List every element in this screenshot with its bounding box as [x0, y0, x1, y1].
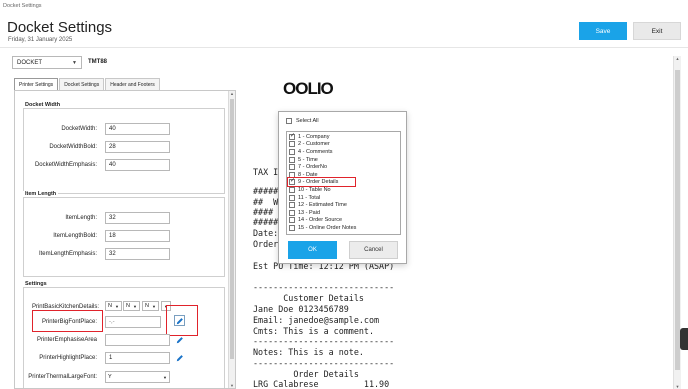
preview-line: ####: [253, 207, 274, 217]
checkbox[interactable]: [289, 156, 295, 163]
item-length-title: Item Length: [23, 191, 59, 197]
settings-title: Settings: [23, 281, 49, 287]
preview-line: Cmts: This is a comment.: [253, 326, 375, 336]
list-item[interactable]: 2 - Customer: [289, 141, 330, 149]
item-length-input[interactable]: 32: [105, 212, 170, 224]
printer-highlight-input[interactable]: 1: [105, 352, 170, 364]
preview-line: ## W: [253, 197, 279, 207]
tab-docket-settings[interactable]: Docket Settings: [59, 78, 105, 90]
item-length-emphasis-label: ItemLengthEmphasis:: [38, 251, 97, 257]
preview-line: ----------------------------: [253, 336, 395, 346]
panel-scrollbar[interactable]: ▲ ▼: [228, 91, 235, 388]
kitchen-select-2[interactable]: N ▼: [123, 301, 140, 311]
preview-line: ----------------------------: [253, 358, 395, 368]
list-item[interactable]: 12 - Estimated Time: [289, 201, 347, 209]
tab-header-and-footers[interactable]: Header and Footers: [105, 78, 160, 90]
printer-thermal-label: PrinterThermalLargeFont:: [28, 374, 97, 380]
list-item[interactable]: 5 - Time: [289, 156, 318, 164]
chevron-down-icon: ▼: [72, 59, 77, 66]
item-length-label: ItemLength:: [65, 215, 97, 221]
chevron-down-icon: ▼: [115, 303, 119, 309]
printer-emphasise-label: PrinterEmphasiseArea: [36, 337, 97, 343]
checkbox[interactable]: [289, 141, 295, 148]
list-item[interactable]: 14 - Order Source: [289, 217, 342, 225]
preview-line: Order Details: [253, 369, 359, 379]
help-chat-tab[interactable]: [680, 328, 688, 350]
pencil-icon[interactable]: [174, 334, 185, 345]
docket-select-value: DOCKET: [17, 59, 43, 66]
list-item[interactable]: 10 - Table No: [289, 186, 331, 194]
select-all-checkbox[interactable]: [286, 118, 292, 124]
scroll-thumb[interactable]: [230, 99, 234, 359]
preview-line: Date:: [253, 228, 279, 238]
checkbox[interactable]: [289, 186, 295, 193]
place-options-list: 1 - Company 2 - Customer 4 - Comments 5 …: [286, 131, 401, 235]
list-item[interactable]: 1 - Company: [289, 132, 330, 141]
preview-line: Customer Details: [253, 293, 364, 303]
item-length-bold-input[interactable]: 18: [105, 230, 170, 242]
oolio-logo: OOLIO: [283, 79, 334, 98]
preview-line: Jane Doe 0123456789: [253, 304, 349, 314]
save-button[interactable]: Save: [579, 22, 627, 40]
cancel-button[interactable]: Cancel: [349, 241, 398, 259]
checkbox[interactable]: [289, 217, 295, 224]
ok-button[interactable]: OK: [288, 241, 337, 259]
kitchen-select-3[interactable]: N ▼: [142, 301, 159, 311]
printer-highlight-label: PrinterHighlightPlace:: [39, 355, 97, 361]
scroll-up-icon[interactable]: ▲: [229, 91, 235, 96]
docket-width-input[interactable]: 40: [105, 123, 170, 135]
checkbox[interactable]: [289, 164, 295, 171]
printer-name: TMT88: [88, 59, 108, 65]
docket-width-emphasis-label: DocketWidthEmphasis:: [34, 162, 97, 168]
docket-width-bold-label: DocketWidthBold:: [49, 144, 97, 150]
checkbox[interactable]: [289, 194, 295, 201]
list-item[interactable]: 7 - OrderNo: [289, 163, 327, 171]
preview-line: Email: janedoe@sample.com: [253, 315, 380, 325]
checkbox[interactable]: [289, 132, 295, 140]
docket-width-bold-input[interactable]: 28: [105, 141, 170, 153]
pencil-icon[interactable]: [174, 352, 185, 363]
page-title: Docket Settings: [7, 19, 113, 36]
select-all-label: Select All: [296, 118, 319, 124]
scroll-down-icon[interactable]: ▼: [229, 383, 235, 388]
chevron-down-icon: ▼: [152, 303, 156, 309]
preview-line: ----------------------------: [253, 282, 395, 292]
checkbox[interactable]: [289, 224, 295, 231]
item-length-emphasis-input[interactable]: 32: [105, 248, 170, 260]
chevron-down-icon: ▼: [133, 303, 137, 309]
select-all-option[interactable]: Select All: [286, 118, 319, 124]
list-item[interactable]: 11 - Total: [289, 194, 320, 202]
header-divider: [0, 47, 688, 48]
docket-width-label: DocketWidth:: [61, 126, 97, 132]
window-title: Docket Settings: [3, 3, 42, 9]
printer-settings-panel: Docket Width DocketWidth: 40 DocketWidth…: [14, 90, 236, 389]
printer-thermal-select[interactable]: Y ▼: [105, 371, 170, 383]
printer-big-font-input[interactable]: -,-: [105, 316, 161, 328]
tab-printer-settings[interactable]: Printer Settings: [14, 78, 59, 90]
printer-big-font-label: PrinterBigFontPlace:: [41, 319, 97, 325]
scroll-thumb[interactable]: [675, 70, 680, 370]
scroll-up-icon[interactable]: ▲: [674, 56, 681, 61]
preview-line: Notes: This is a note.: [253, 347, 364, 357]
list-item[interactable]: 15 - Online Order Notes: [289, 224, 356, 232]
big-font-place-popup: Select All 1 - Company 2 - Customer 4 - …: [278, 111, 407, 264]
exit-button[interactable]: Exit: [633, 22, 681, 40]
docket-select[interactable]: DOCKET ▼: [12, 56, 82, 69]
docket-width-title: Docket Width: [23, 102, 63, 108]
list-item[interactable]: 13 - Paid: [289, 209, 320, 217]
list-item[interactable]: 4 - Comments: [289, 148, 333, 156]
docket-width-emphasis-input[interactable]: 40: [105, 159, 170, 171]
printer-emphasise-input[interactable]: [105, 334, 170, 346]
item-length-bold-label: ItemLengthBold:: [53, 233, 97, 239]
preview-line: LRG Calabrese 11.90: [253, 379, 390, 389]
chevron-down-icon: ▼: [163, 374, 167, 380]
settings-tabs: Printer Settings Docket Settings Header …: [14, 78, 161, 90]
scroll-down-icon[interactable]: ▼: [674, 384, 681, 389]
page-date: Friday, 31 January 2025: [8, 37, 73, 43]
kitchen-select-1[interactable]: N ▼: [105, 301, 122, 311]
checkbox[interactable]: [289, 202, 295, 209]
pencil-icon[interactable]: [174, 315, 185, 326]
checkbox[interactable]: [289, 148, 295, 155]
checkbox[interactable]: [289, 209, 295, 216]
